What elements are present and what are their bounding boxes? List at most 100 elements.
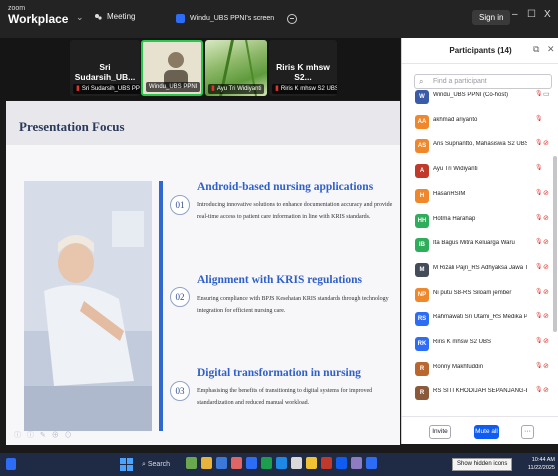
app-icon[interactable] [276, 457, 287, 469]
participant-row[interactable]: RS Rahmawati Sri Utami_RS Medika Pasuruan… [402, 308, 552, 332]
panel-header: Participants (14) ⧉ ✕ [402, 38, 558, 64]
participant-row[interactable]: R RS SITI KHODIJAH SEPANJANG-Erma 🎙⊘ [402, 382, 552, 406]
mic-muted-icon[interactable]: 🎙 [535, 238, 543, 245]
scrollbar[interactable] [553, 86, 557, 407]
app-icon[interactable] [216, 457, 227, 469]
app-icon[interactable] [291, 457, 302, 469]
video-tile[interactable]: Riris K mhsw S2... ▮ Riris K mhsw S2 UBS [269, 40, 337, 96]
item-title: Alignment with KRIS regulations [197, 274, 362, 286]
mic-muted-icon[interactable]: 🎙 [535, 263, 543, 270]
item-title: Android-based nursing applications [197, 181, 374, 193]
video-off-icon[interactable]: ⊘ [543, 386, 549, 394]
mute-all-button[interactable]: Mute all [474, 425, 499, 439]
participant-row[interactable]: R Ronny Makhfuddin 🎙 ⊘ [402, 358, 552, 382]
mic-muted-icon[interactable]: 🎙 [535, 115, 543, 122]
mic-muted-icon[interactable]: 🎙 [535, 214, 543, 221]
participant-name: Ronny Makhfuddin [433, 363, 484, 370]
mic-muted-icon[interactable]: 🎙 [535, 139, 543, 146]
minimize-button[interactable]: – [512, 9, 518, 20]
maximize-button[interactable]: ☐ [527, 9, 536, 20]
mic-muted-icon[interactable]: 🎙 [535, 189, 543, 196]
mic-muted-icon[interactable]: 🎙 [535, 337, 543, 344]
app-icon[interactable] [186, 457, 197, 469]
app-icon[interactable] [201, 457, 212, 469]
participant-name: Windu_UBS PPNI (Co-host) [433, 92, 509, 98]
participant-row[interactable]: RK Riris K mhsw S2 UBS 🎙 ⊘ [402, 333, 552, 357]
sign-in-button[interactable]: Sign in [472, 10, 511, 25]
mic-muted-icon[interactable]: 🎙 [535, 362, 543, 369]
app-icon[interactable] [261, 457, 272, 469]
mic-muted-icon[interactable]: 🎙 [535, 288, 543, 295]
participant-row[interactable]: HH Hotma Harahap 🎙 ⊘ [402, 210, 552, 234]
app-icon[interactable] [231, 457, 242, 469]
video-off-icon[interactable]: ⊘ [543, 238, 549, 246]
video-off-icon[interactable]: ⊘ [543, 312, 549, 320]
participant-row[interactable]: A Ayu Tri Widiyanti 🎙 [402, 160, 552, 184]
participant-name: M Rizali Pajri_RS Adhyaksa Jawa Timur [433, 264, 527, 271]
app-icon[interactable] [246, 457, 257, 469]
app-icon[interactable] [321, 457, 332, 469]
participant-row[interactable]: M M Rizali Pajri_RS Adhyaksa Jawa Timur 🎙⊘ [402, 259, 552, 283]
app-icon[interactable] [336, 457, 347, 469]
invite-button[interactable]: Invite [429, 425, 451, 439]
patient-illustration [24, 181, 152, 431]
meeting-label: Meeting [107, 12, 136, 21]
video-off-icon[interactable]: ⊘ [543, 189, 549, 197]
participant-row[interactable]: IB Ita Bagus Mitra Keluarga Waru 🎙 ⊘ [402, 234, 552, 258]
app-icon[interactable] [351, 457, 362, 469]
taskbar-apps [186, 457, 377, 472]
scrollbar-thumb[interactable] [553, 156, 557, 332]
participant-row[interactable]: W Windu_UBS PPNI (Co-host) 🎙 ▭ [402, 86, 552, 110]
video-tile-active[interactable]: Windu_UBS PPNI [141, 40, 203, 96]
participant-name: Aris Supriantto, Mahasiswa S2 UBS [433, 141, 527, 148]
participant-row[interactable]: H HasanRSIM 🎙 ⊘ [402, 185, 552, 209]
close-icon[interactable]: ✕ [547, 44, 555, 55]
item-description: Ensuring compliance with BPJS Kesehatan … [197, 296, 389, 314]
shared-screen: Presentation Focus 01 Android-based nurs… [6, 101, 400, 445]
slide-title: Presentation Focus [19, 119, 125, 134]
video-off-icon[interactable]: ⊘ [543, 337, 549, 345]
more-options-button[interactable]: ··· [521, 425, 534, 439]
screen-share-tab[interactable]: Windu_UBS PPNI's screen [176, 11, 298, 26]
close-button[interactable]: X [544, 9, 551, 20]
minus-circle-icon[interactable] [287, 13, 298, 24]
avatar: RK [415, 337, 429, 351]
popout-icon[interactable]: ⧉ [533, 44, 539, 55]
participant-row[interactable]: NP Ni putu S8-RS Siloam jember 🎙 ⊘ [402, 284, 552, 308]
widgets-icon[interactable] [6, 458, 16, 470]
mic-muted-icon[interactable]: 🎙 [535, 312, 543, 319]
video-off-icon[interactable]: ⊘ [543, 214, 549, 222]
video-off-icon[interactable]: ⊘ [543, 263, 549, 271]
video-off-icon[interactable]: ⊘ [543, 139, 549, 147]
video-off-icon[interactable]: ⊘ [543, 362, 549, 370]
video-tile[interactable]: ▮ Ayu Tri Widiyanti [205, 40, 267, 96]
video-tile-name: Sri Sudarsih_UB... [74, 62, 136, 82]
meeting-tab[interactable]: Meeting [94, 12, 135, 21]
item-number: 02 [170, 287, 190, 307]
video-tile-caption: ▮ Ayu Tri Widiyanti [208, 84, 265, 94]
video-tile[interactable]: Sri Sudarsih_UB... ▮ Sri Sudarsih_UBS PPN… [70, 40, 140, 96]
video-tile-caption: ▮ Sri Sudarsih_UBS PPNI [73, 84, 140, 94]
mic-muted-icon[interactable]: 🎙 [535, 90, 543, 97]
participant-row[interactable]: AA akhmad ariyanto 🎙 [402, 111, 552, 135]
app-icon[interactable] [306, 457, 317, 469]
participant-name: Riris K mhsw S2 UBS [433, 339, 492, 345]
participant-name: Ayu Tri Widiyanti [433, 166, 478, 173]
participant-name: HasanRSIM [433, 190, 466, 197]
participant-name: akhmad ariyanto [433, 116, 478, 123]
chevron-down-icon[interactable]: ⌄ [76, 12, 84, 23]
taskbar-search[interactable]: ⌕ Search [137, 457, 177, 472]
item-number: 03 [170, 381, 190, 401]
system-clock[interactable]: 10:44 AM 11/22/2025 [519, 456, 555, 472]
clock-time: 10:44 AM [531, 457, 555, 463]
mic-muted-icon[interactable]: 🎙 [535, 164, 543, 171]
video-off-icon[interactable]: ⊘ [543, 288, 549, 296]
mic-muted-icon[interactable]: 🎙 [535, 386, 543, 393]
panel-footer: Invite Mute all ··· [402, 416, 558, 444]
zoom-logo: zoom Workplace [8, 5, 68, 25]
zoom-app-icon[interactable] [366, 457, 377, 469]
windows-start-icon[interactable] [120, 458, 133, 471]
participant-row[interactable]: AS Aris Supriantto, Mahasiswa S2 UBS 🎙 ⊘ [402, 135, 552, 159]
video-icon[interactable]: ▭ [543, 90, 550, 98]
slide-toolbar[interactable]: ⓘ ⓘ ✎ ⊕ ⊙ [14, 430, 74, 440]
